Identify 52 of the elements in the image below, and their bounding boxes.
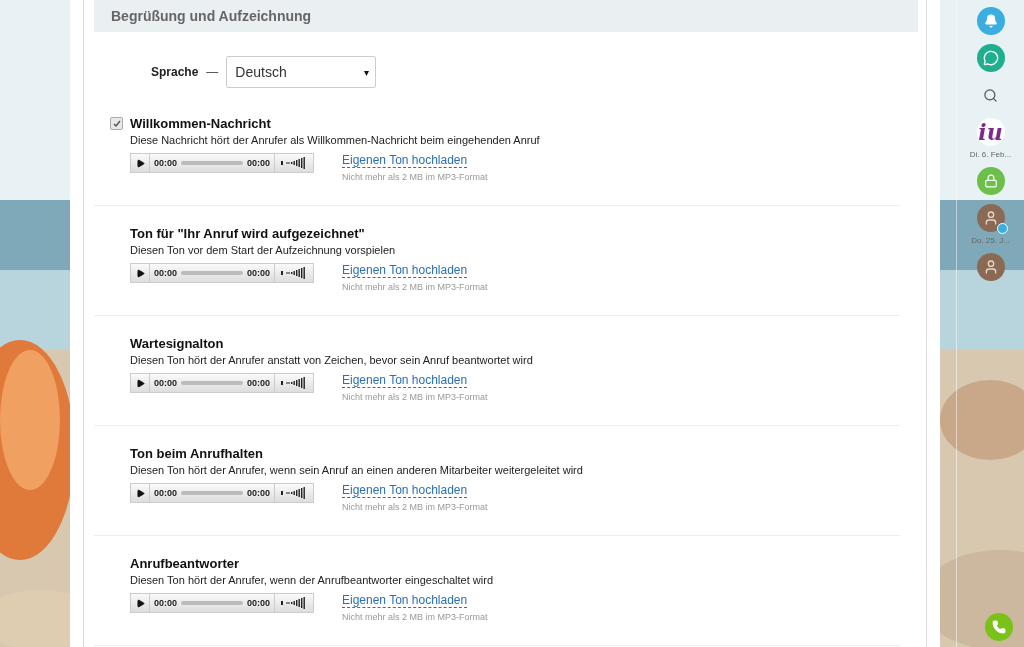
- audio-player[interactable]: 00:00 00:00: [130, 373, 314, 393]
- upload-link[interactable]: Eigenen Ton hochladen: [342, 483, 468, 498]
- sound-description: Diesen Ton hört der Anrufer, wenn der Anrufbeantworter eingeschaltet wird: [130, 574, 494, 586]
- audio-player[interactable]: 00:00 00:00: [130, 263, 314, 283]
- sound-title: Ton für "Ihr Anruf wird aufgezeichnet": [130, 226, 365, 241]
- contact-date: Do. 25. J...: [971, 236, 1010, 245]
- audio-player[interactable]: 00:00 00:00: [130, 153, 314, 173]
- language-label: Sprache: [151, 65, 199, 79]
- upload-hint: Nicht mehr als 2 MB im MP3-Format: [342, 392, 488, 402]
- upload-link[interactable]: Eigenen Ton hochladen: [342, 373, 468, 388]
- upload-hint: Nicht mehr als 2 MB im MP3-Format: [342, 502, 488, 512]
- section-title: Begrüßung und Aufzeichnung: [111, 8, 312, 24]
- progress-track[interactable]: [181, 271, 243, 275]
- lock-icon: [983, 174, 998, 188]
- sound-title: Wartesignalton: [130, 336, 224, 351]
- dash: —: [206, 65, 219, 79]
- upload-hint: Nicht mehr als 2 MB im MP3-Format: [342, 172, 488, 182]
- contact-date: Di. 6. Feb...: [969, 150, 1012, 159]
- time-duration: 00:00: [245, 598, 271, 608]
- time-current: 00:00: [153, 268, 179, 278]
- upload-hint: Nicht mehr als 2 MB im MP3-Format: [342, 612, 488, 622]
- sound-title: Ton beim Anrufhalten: [130, 446, 263, 461]
- phone-icon: [992, 620, 1006, 634]
- sound-description: Diesen Ton hört der Anrufer, wenn sein Anruf an einen anderen Mitarbeiter weitergeleitet wird: [130, 464, 584, 476]
- progress-track[interactable]: [181, 491, 243, 495]
- progress-track[interactable]: [181, 601, 243, 605]
- sound-title: Willkommen-Nachricht: [130, 116, 271, 131]
- progress-track[interactable]: [181, 381, 243, 385]
- audio-player[interactable]: 00:00 00:00: [130, 483, 314, 503]
- sound-title: Anrufbeantworter: [130, 556, 240, 571]
- progress-track[interactable]: [181, 161, 243, 165]
- audio-player[interactable]: 00:00 00:00: [130, 593, 314, 613]
- upload-hint: Nicht mehr als 2 MB im MP3-Format: [342, 282, 488, 292]
- time-duration: 00:00: [245, 378, 271, 388]
- chat-icon: [982, 50, 999, 66]
- bell-icon: [983, 14, 998, 28]
- sound-description: Diesen Ton hört der Anrufer anstatt von Zeichen, bevor sein Anruf beantwortet wird: [130, 354, 534, 366]
- time-duration: 00:00: [245, 158, 271, 168]
- search-icon: [983, 87, 998, 103]
- time-duration: 00:00: [245, 268, 271, 278]
- upload-link[interactable]: Eigenen Ton hochladen: [342, 593, 468, 608]
- upload-link[interactable]: Eigenen Ton hochladen: [342, 153, 468, 168]
- sound-description: Diesen Ton vor dem Start der Aufzeichnung vorspielen: [130, 244, 397, 256]
- time-duration: 00:00: [245, 488, 271, 498]
- time-current: 00:00: [153, 378, 179, 388]
- time-current: 00:00: [153, 158, 179, 168]
- time-current: 00:00: [153, 598, 179, 608]
- sound-description: Diese Nachricht hört der Anrufer als Willkommen-Nachricht beim eingehenden Anruf: [130, 134, 541, 146]
- upload-link[interactable]: Eigenen Ton hochladen: [342, 263, 468, 278]
- time-current: 00:00: [153, 488, 179, 498]
- checkbox[interactable]: [110, 117, 123, 130]
- language-select[interactable]: Deutsch ▾: [226, 56, 377, 88]
